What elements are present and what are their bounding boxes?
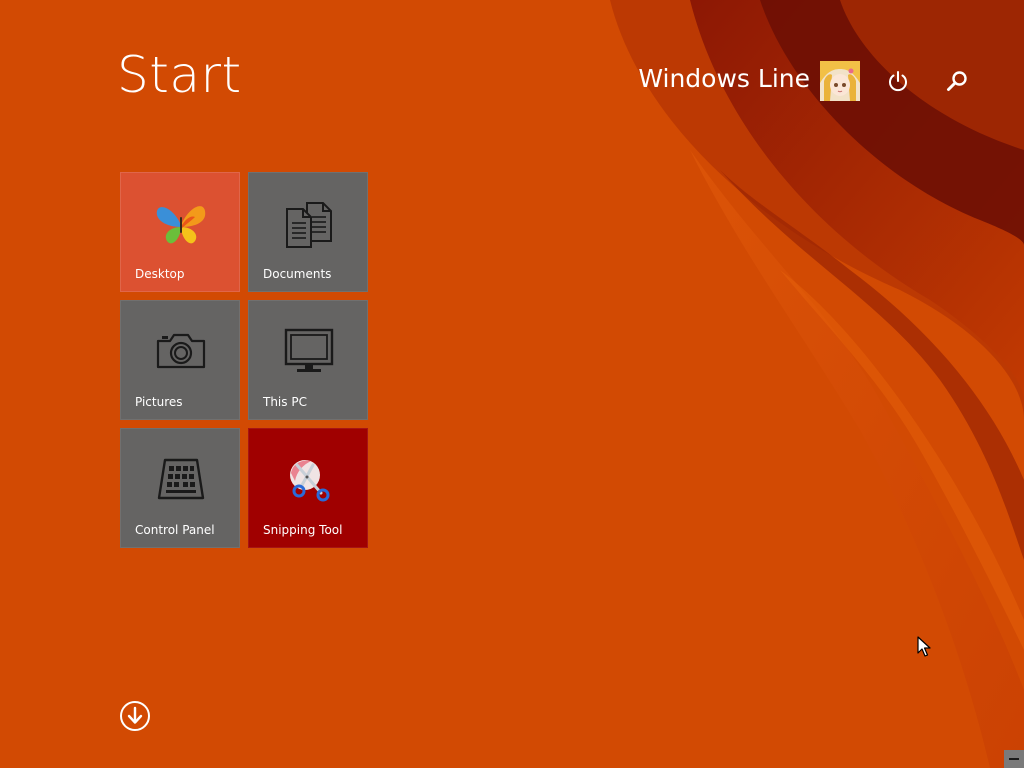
camera-icon	[121, 301, 241, 401]
search-button[interactable]	[941, 65, 973, 97]
tile-label: This PC	[263, 395, 307, 409]
tile-label: Documents	[263, 267, 332, 281]
power-icon	[889, 71, 907, 92]
tile-label: Control Panel	[135, 523, 215, 537]
user-name[interactable]: Windows Line	[638, 66, 810, 91]
tile-pictures[interactable]: Pictures	[120, 300, 240, 420]
butterfly-icon	[121, 173, 241, 273]
tile-label: Desktop	[135, 267, 185, 281]
tile-control-panel[interactable]: Control Panel	[120, 428, 240, 548]
power-button[interactable]	[882, 65, 914, 97]
mouse-cursor-icon	[917, 636, 931, 662]
control-panel-icon	[121, 429, 241, 529]
user-avatar[interactable]	[820, 61, 860, 101]
scissors-icon	[249, 429, 369, 529]
apps-view-button[interactable]	[118, 699, 152, 733]
tile-label: Snipping Tool	[263, 523, 343, 537]
documents-icon	[249, 173, 369, 273]
minimize-corner-button[interactable]	[1004, 750, 1024, 768]
search-icon	[947, 71, 967, 91]
start-title: Start	[117, 46, 242, 104]
tile-label: Pictures	[135, 395, 183, 409]
tile-desktop[interactable]: Desktop	[120, 172, 240, 292]
avatar-image	[820, 61, 860, 101]
tile-documents[interactable]: Documents	[248, 172, 368, 292]
tile-snipping-tool[interactable]: Snipping Tool	[248, 428, 368, 548]
tile-this-pc[interactable]: This PC	[248, 300, 368, 420]
monitor-icon	[249, 301, 369, 401]
down-arrow-circle-icon	[120, 701, 150, 731]
